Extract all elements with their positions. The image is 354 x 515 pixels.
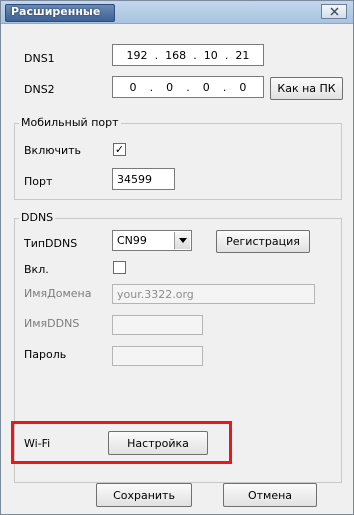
ip-dot: . [224, 48, 229, 62]
dns2-octet-3: 0 [202, 80, 210, 94]
mobile-port-enable-label: Включить [24, 144, 82, 157]
domain-name-input[interactable]: your.3322.org [112, 284, 315, 304]
mobile-port-enable-checkbox[interactable]: ✓ [113, 143, 126, 156]
domain-name-label: ИмяДомена [24, 287, 92, 300]
mobile-port-group-label: Мобильный порт [19, 116, 121, 129]
dns2-octet-1: 0 [129, 80, 137, 94]
save-button[interactable]: Сохранить [96, 483, 192, 507]
password-input[interactable] [112, 346, 203, 366]
dns1-octet-2: 168 [165, 48, 187, 62]
port-input[interactable]: 34599 [112, 168, 175, 190]
chevron-down-icon [178, 238, 187, 243]
port-label: Порт [24, 175, 53, 188]
wifi-label: Wi-Fi [24, 437, 51, 450]
copy-from-pc-button[interactable]: Как на ПК [270, 77, 343, 100]
ddns-enabled-label: Вкл. [24, 263, 49, 276]
ip-dot: . [222, 80, 227, 94]
dns1-octet-4: 21 [235, 48, 250, 62]
mobile-port-group [14, 123, 342, 200]
ddns-enabled-checkbox[interactable] [113, 261, 126, 274]
dns1-ip-field[interactable]: 192 . 168 . 10 . 21 [112, 44, 264, 66]
close-button[interactable] [321, 4, 347, 19]
ip-dot: . [186, 80, 190, 94]
ddns-type-value: CN99 [117, 234, 147, 247]
check-mark-icon: ✓ [114, 143, 125, 156]
dropdown-button[interactable] [174, 232, 190, 249]
ddns-type-select[interactable]: CN99 [112, 230, 192, 251]
ddns-name-input[interactable] [112, 315, 203, 335]
ip-dot: . [193, 48, 197, 62]
dns2-label: DNS2 [24, 83, 55, 96]
dns1-octet-1: 192 [126, 48, 148, 62]
ip-dot: . [149, 80, 154, 94]
close-icon [330, 7, 338, 16]
wifi-settings-button[interactable]: Настройка [108, 431, 208, 455]
dns2-octet-2: 0 [166, 80, 174, 94]
ddns-register-button[interactable]: Регистрация [216, 230, 310, 253]
cancel-button[interactable]: Отмена [223, 483, 317, 507]
ddns-type-label: ТипDDNS [24, 237, 78, 250]
ddns-name-label: ИмяDDNS [24, 317, 80, 330]
dns1-octet-3: 10 [203, 48, 218, 62]
dns2-octet-4: 0 [239, 80, 247, 94]
window-title: Расширенные [11, 5, 101, 18]
dns1-label: DNS1 [24, 52, 55, 65]
dns2-ip-field[interactable]: 0 . 0 . 0 . 0 [112, 76, 264, 98]
advanced-settings-window: Расширенные DNS1 192 . 168 . 10 . 21 DNS… [0, 0, 354, 515]
ddns-group-label: DDNS [19, 211, 56, 224]
password-label: Пароль [24, 348, 67, 361]
ip-dot: . [154, 48, 159, 62]
title-bar[interactable]: Расширенные [1, 1, 353, 24]
